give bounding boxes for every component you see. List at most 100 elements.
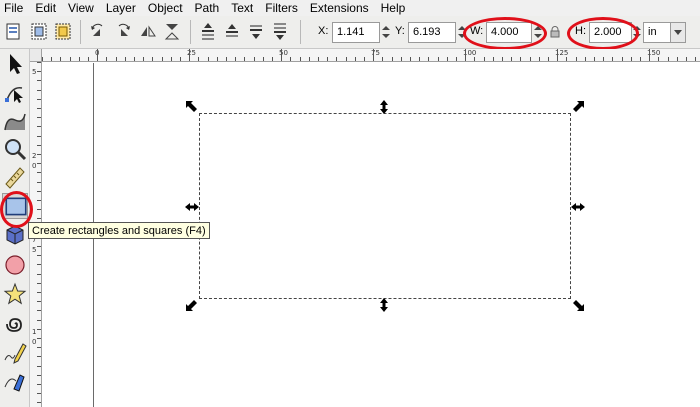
ruler-tick bbox=[37, 329, 41, 330]
width-highlight-circle bbox=[463, 17, 547, 50]
selector-tool[interactable] bbox=[2, 51, 28, 77]
ruler-tick bbox=[125, 57, 126, 61]
spiral-tool[interactable] bbox=[2, 311, 28, 337]
ruler-tick bbox=[484, 57, 485, 61]
select-all-layers-icon[interactable] bbox=[29, 21, 49, 42]
scale-handle-bottom-icon[interactable] bbox=[377, 298, 391, 312]
lower-icon[interactable] bbox=[246, 21, 266, 42]
ruler-tick bbox=[346, 57, 347, 61]
ruler-tick bbox=[37, 71, 41, 72]
ruler-tick bbox=[557, 49, 558, 61]
deselect-icon[interactable] bbox=[53, 21, 73, 42]
node-editor-icon bbox=[2, 80, 28, 106]
raise-icon[interactable] bbox=[222, 21, 242, 42]
ruler-tick bbox=[37, 283, 41, 284]
ruler-tick bbox=[235, 57, 236, 61]
height-highlight-circle bbox=[567, 17, 639, 50]
ruler-tick bbox=[622, 57, 623, 61]
lock-icon[interactable] bbox=[550, 26, 560, 38]
ruler-tick bbox=[37, 347, 41, 348]
ruler-tick bbox=[37, 154, 41, 155]
ruler-tick bbox=[327, 57, 328, 61]
ruler-tick bbox=[677, 57, 678, 61]
menu-edit[interactable]: Edit bbox=[35, 1, 56, 15]
menu-filters[interactable]: Filters bbox=[265, 1, 298, 15]
ruler-label: 0 bbox=[32, 162, 37, 170]
spiral-icon bbox=[2, 311, 28, 337]
ruler-tick bbox=[465, 49, 466, 61]
ellipse-tool[interactable] bbox=[2, 252, 28, 278]
ruler-tick bbox=[37, 62, 41, 63]
x-field[interactable]: 1.141 bbox=[332, 22, 380, 43]
selected-rectangle[interactable] bbox=[199, 113, 571, 299]
unit-select[interactable]: in bbox=[643, 22, 671, 43]
ruler-tick bbox=[97, 49, 98, 61]
ruler-tick bbox=[456, 57, 457, 61]
ruler-tick bbox=[594, 57, 595, 61]
x-spin-button[interactable] bbox=[381, 23, 391, 42]
flip-vertical-icon[interactable] bbox=[162, 21, 182, 42]
pen-tool[interactable] bbox=[2, 367, 28, 393]
flip-horizontal-icon[interactable] bbox=[138, 21, 158, 42]
lower-to-bottom-icon[interactable] bbox=[270, 21, 290, 42]
menu-layer[interactable]: Layer bbox=[106, 1, 136, 15]
toolbox bbox=[0, 49, 33, 407]
ruler-tick bbox=[37, 310, 41, 311]
menu-help[interactable]: Help bbox=[381, 1, 406, 15]
scale-handle-bottom-right-icon[interactable] bbox=[571, 298, 585, 312]
rotate-cw-icon[interactable] bbox=[113, 21, 133, 42]
ruler-tick bbox=[364, 57, 365, 61]
ruler-tick bbox=[37, 191, 41, 192]
ruler-tick bbox=[309, 57, 310, 61]
scale-handle-top-right-icon[interactable] bbox=[571, 100, 585, 114]
ruler-tick bbox=[37, 136, 41, 137]
select-all-icon[interactable] bbox=[3, 21, 23, 42]
ruler-tick bbox=[37, 218, 41, 219]
ruler-tick bbox=[244, 57, 245, 61]
ruler-tick bbox=[576, 57, 577, 61]
menu-object[interactable]: Object bbox=[148, 1, 183, 15]
node-tool[interactable] bbox=[2, 80, 28, 106]
unit-dropdown-button[interactable] bbox=[670, 22, 686, 43]
ruler-tick bbox=[162, 57, 163, 61]
measure-tool[interactable] bbox=[2, 164, 28, 190]
ruler-tick bbox=[198, 57, 199, 61]
scale-handle-left-icon[interactable] bbox=[185, 200, 199, 214]
ruler-tick bbox=[37, 80, 41, 81]
pencil-tool[interactable] bbox=[2, 339, 28, 365]
menu-path[interactable]: Path bbox=[195, 1, 220, 15]
menu-file[interactable]: File bbox=[4, 1, 23, 15]
ruler-corner bbox=[30, 49, 42, 62]
ruler-tick bbox=[70, 57, 71, 61]
raise-to-top-icon[interactable] bbox=[198, 21, 218, 42]
ruler-tick bbox=[640, 57, 641, 61]
star-tool[interactable] bbox=[2, 281, 28, 307]
ruler-tick bbox=[649, 49, 650, 61]
ruler-tick bbox=[37, 182, 41, 183]
ruler-tick bbox=[189, 49, 190, 61]
menu-extensions[interactable]: Extensions bbox=[310, 1, 369, 15]
ruler-tick bbox=[37, 126, 41, 127]
scale-handle-right-icon[interactable] bbox=[571, 200, 585, 214]
ruler-tick bbox=[37, 338, 41, 339]
scale-handle-top-icon[interactable] bbox=[377, 100, 391, 114]
y-label: Y: bbox=[395, 25, 405, 37]
scale-handle-bottom-left-icon[interactable] bbox=[185, 298, 199, 312]
ruler-tick bbox=[152, 57, 153, 61]
menu-text[interactable]: Text bbox=[231, 1, 253, 15]
ruler-tick bbox=[171, 57, 172, 61]
toolbar-separator bbox=[300, 20, 301, 44]
ruler-tick bbox=[88, 57, 89, 61]
ruler-tick bbox=[37, 90, 41, 91]
tweak-tool[interactable] bbox=[2, 108, 28, 134]
menu-bar: File Edit View Layer Object Path Text Fi… bbox=[0, 0, 700, 16]
zoom-tool[interactable] bbox=[2, 136, 28, 162]
ruler-tick bbox=[612, 57, 613, 61]
y-field[interactable]: 6.193 bbox=[408, 22, 456, 43]
menu-view[interactable]: View bbox=[68, 1, 94, 15]
ruler-tick bbox=[37, 99, 41, 100]
scale-handle-top-left-icon[interactable] bbox=[185, 100, 199, 114]
ruler-tick bbox=[511, 57, 512, 61]
ruler-tick bbox=[106, 57, 107, 61]
rotate-ccw-icon[interactable] bbox=[88, 21, 108, 42]
